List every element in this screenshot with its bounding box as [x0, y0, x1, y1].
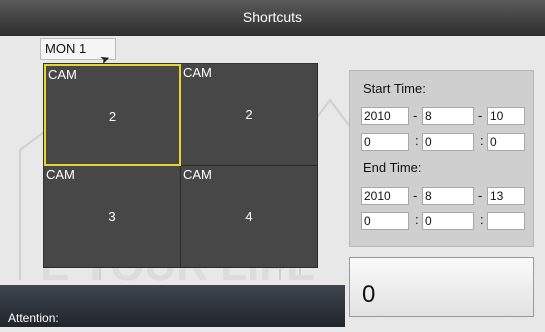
camera-number: 4 — [245, 209, 253, 224]
start-month-field[interactable]: 8 — [422, 107, 474, 125]
attention-label: Attention: — [8, 311, 59, 325]
time-separator: : — [480, 133, 484, 148]
title-bar: Shortcuts — [0, 0, 545, 36]
start-minute-field[interactable]: 0 — [422, 133, 474, 151]
date-separator: - — [413, 108, 418, 123]
end-hour-field[interactable]: 0 — [361, 212, 409, 230]
time-separator: : — [415, 133, 419, 148]
camera-grid: CAM 2 CAM 2 CAM 3 CAM 4 — [43, 63, 318, 268]
time-separator: : — [415, 212, 419, 227]
end-month-field[interactable]: 8 — [422, 187, 474, 205]
camera-label: CAM — [183, 65, 212, 80]
attention-bar: Attention: — [0, 285, 345, 327]
camera-number: 2 — [245, 107, 253, 122]
camera-cell-1[interactable]: CAM 2 — [44, 64, 181, 166]
start-time-label: Start Time: — [363, 81, 426, 96]
end-second-field[interactable] — [487, 212, 525, 230]
start-second-field[interactable]: 0 — [487, 133, 525, 151]
date-separator: - — [478, 108, 483, 123]
date-separator: - — [413, 188, 418, 203]
window-title: Shortcuts — [242, 9, 303, 25]
start-hour-field[interactable]: 0 — [361, 133, 409, 151]
camera-cell-4[interactable]: CAM 4 — [181, 166, 318, 268]
camera-cell-3[interactable]: CAM 3 — [44, 166, 181, 268]
camera-label: CAM — [46, 167, 75, 182]
end-year-field[interactable]: 2010 — [361, 187, 409, 205]
camera-number: 3 — [108, 209, 116, 224]
camera-label: CAM — [48, 67, 77, 82]
camera-cell-2[interactable]: CAM 2 — [181, 64, 318, 166]
time-panel: Start Time: 2010 - 8 - 10 0 : 0 : 0 End … — [349, 70, 534, 247]
camera-label: CAM — [183, 167, 212, 182]
start-year-field[interactable]: 2010 — [361, 107, 409, 125]
end-minute-field[interactable]: 0 — [422, 212, 474, 230]
time-separator: : — [480, 212, 484, 227]
end-day-field[interactable]: 13 — [487, 187, 525, 205]
camera-number: 2 — [108, 109, 117, 124]
end-time-label: End Time: — [363, 160, 422, 175]
counter-display[interactable]: 0 — [349, 257, 534, 317]
start-day-field[interactable]: 10 — [487, 107, 525, 125]
date-separator: - — [478, 188, 483, 203]
